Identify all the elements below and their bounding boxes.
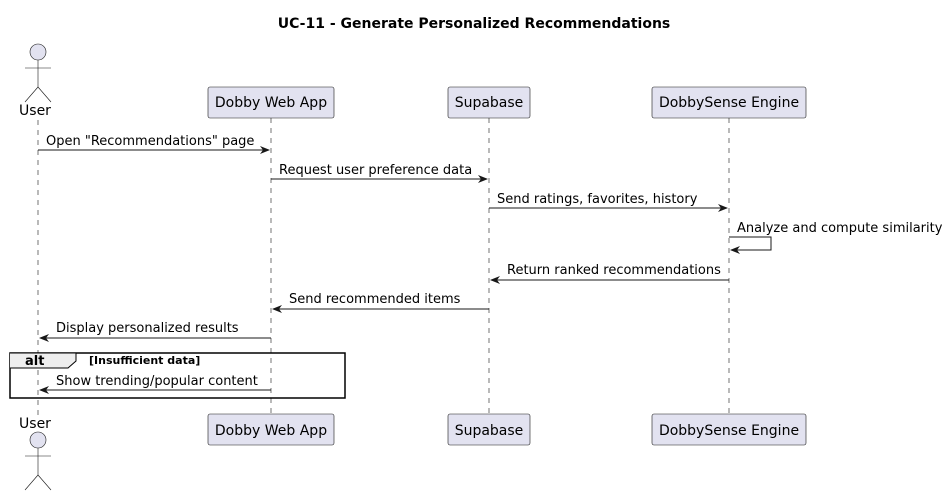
diagram-title: UC-11 - Generate Personalized Recommenda…: [278, 16, 671, 32]
participant-supabase-top: Supabase: [447, 86, 531, 119]
message-3: Send ratings, favorites, history: [489, 192, 728, 212]
alt-message-1-label: Show trending/popular content: [56, 374, 258, 389]
participant-webapp-bottom: Dobby Web App: [207, 413, 335, 446]
message-1: Open "Recommendations" page: [38, 134, 270, 154]
message-5-label: Return ranked recommendations: [507, 263, 721, 278]
message-2: Request user preference data: [271, 163, 488, 183]
message-7-label: Display personalized results: [56, 321, 239, 336]
participant-webapp-label-top: Dobby Web App: [215, 95, 327, 111]
message-6-label: Send recommended items: [289, 292, 461, 307]
participant-supabase-label-top: Supabase: [455, 95, 524, 111]
message-6: Send recommended items: [272, 292, 489, 313]
participant-engine-label-top: DobbySense Engine: [659, 95, 799, 111]
message-3-label: Send ratings, favorites, history: [497, 192, 698, 207]
alt-guard: [Insufficient data]: [89, 354, 200, 367]
participant-webapp-top: Dobby Web App: [207, 86, 335, 119]
alt-message-1: Show trending/popular content: [39, 374, 271, 394]
participant-engine-top: DobbySense Engine: [651, 86, 807, 119]
message-4-label: Analyze and compute similarity: [737, 221, 943, 236]
participant-webapp-label-bottom: Dobby Web App: [215, 423, 327, 439]
message-7: Display personalized results: [39, 321, 271, 342]
message-4-self: Analyze and compute similarity: [729, 221, 943, 254]
actor-user-label-bottom: User: [19, 416, 51, 432]
actor-user-top: User: [19, 43, 52, 119]
actor-user-bottom: User: [19, 416, 52, 491]
participant-engine-label-bottom: DobbySense Engine: [659, 423, 799, 439]
message-1-label: Open "Recommendations" page: [46, 134, 254, 149]
alt-keyword: alt: [25, 354, 44, 369]
actor-head: [29, 43, 47, 61]
actor-user-label-top: User: [19, 103, 51, 119]
alt-fragment: alt [Insufficient data] Show trending/po…: [9, 352, 346, 399]
sequence-diagram: UC-11 - Generate Personalized Recommenda…: [9, 16, 943, 491]
participant-supabase-bottom: Supabase: [447, 413, 531, 446]
participant-supabase-label-bottom: Supabase: [455, 423, 524, 439]
participant-engine-bottom: DobbySense Engine: [651, 413, 807, 446]
message-2-label: Request user preference data: [279, 163, 472, 178]
message-5: Return ranked recommendations: [490, 263, 729, 284]
